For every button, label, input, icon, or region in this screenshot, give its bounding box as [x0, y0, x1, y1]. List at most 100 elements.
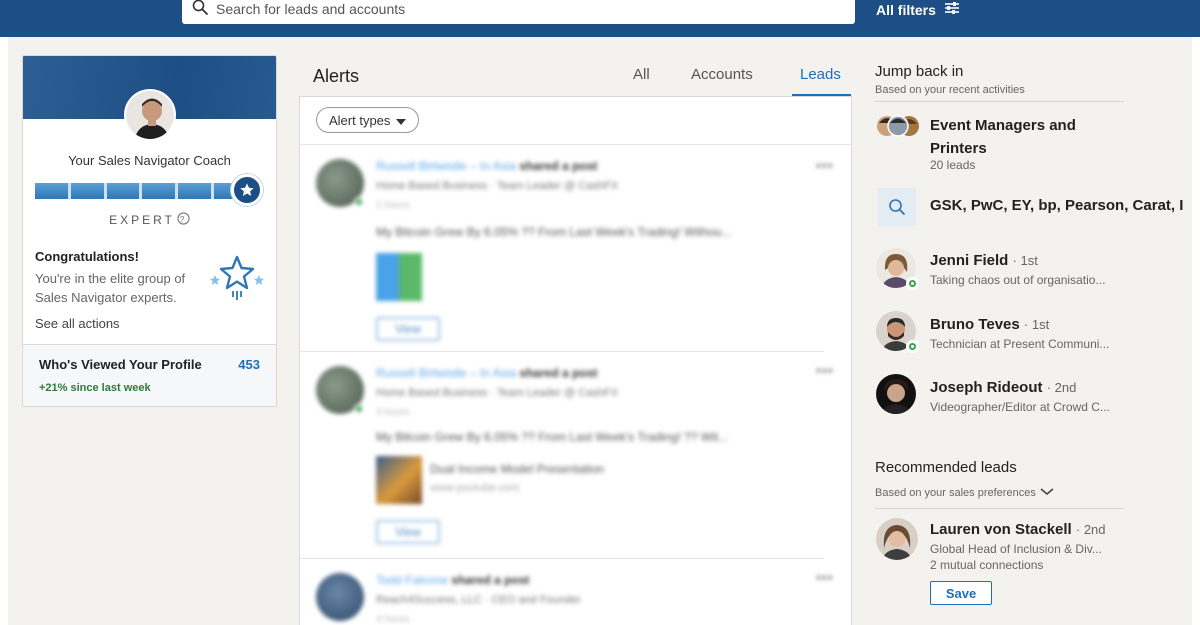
expert-star-icon: [209, 253, 265, 308]
avatar[interactable]: [124, 89, 176, 141]
alert-item: Russell Birtwistle – In Asia shared a po…: [300, 352, 851, 558]
connection-degree: · 2nd: [1046, 380, 1077, 395]
svg-text:?: ?: [180, 214, 187, 224]
alerts-title: Alerts: [313, 66, 360, 86]
search-input[interactable]: [216, 1, 816, 17]
person-name-link[interactable]: Jenni Field · 1st: [930, 252, 1038, 269]
tab-leads[interactable]: Leads: [800, 66, 841, 83]
online-status-icon: [906, 340, 919, 353]
saved-search-icon[interactable]: [878, 188, 916, 226]
avatar[interactable]: [876, 518, 918, 560]
chevron-down-icon: [1040, 487, 1054, 499]
alert-text[interactable]: My Bitcoin Grew By 6.05% ?? From Last We…: [376, 225, 732, 239]
caret-down-icon: [396, 113, 407, 128]
save-button[interactable]: Save: [930, 581, 992, 605]
lead-list-name[interactable]: Event Managers and Printers: [930, 114, 1120, 160]
person-name: Bruno Teves: [930, 316, 1020, 333]
page-margin-right: [1192, 37, 1200, 625]
mutual-connections[interactable]: 2 mutual connections: [930, 558, 1043, 572]
jump-back-subtitle: Based on your recent activities: [875, 84, 1025, 96]
star-icon: [231, 174, 263, 206]
alert-time: 3 hours: [376, 407, 410, 418]
who-viewed-profile-link[interactable]: Who's Viewed Your Profile: [39, 357, 202, 372]
all-filters-button[interactable]: All filters: [876, 1, 960, 18]
more-options-icon[interactable]: •••: [816, 157, 834, 173]
lead-name: Lauren von Stackell: [930, 521, 1072, 538]
lead-name-link[interactable]: Lauren von Stackell · 2nd: [930, 521, 1106, 538]
connection-degree: · 2nd: [1075, 522, 1106, 537]
view-button[interactable]: View: [376, 520, 440, 544]
recommended-leads-title: Recommended leads: [875, 459, 1017, 476]
lead-list-count: 20 leads: [930, 158, 976, 172]
coach-level: EXPERT ?: [23, 212, 276, 228]
divider: [875, 508, 1124, 509]
alert-author-link[interactable]: Russell Birtwistle – In Asia: [376, 366, 516, 380]
profile-views-section: [23, 345, 276, 406]
alert-text[interactable]: My Bitcoin Grew By 6.05% ?? From Last We…: [376, 430, 728, 444]
alert-title: Russell Birtwistle – In Asia shared a po…: [376, 159, 597, 173]
coach-progress-bar: [35, 183, 247, 199]
congrats-body: You're in the elite group of Sales Navig…: [35, 271, 186, 305]
alert-action: shared a post: [519, 159, 598, 173]
alert-author-link[interactable]: Russell Birtwistle – In Asia: [376, 159, 516, 173]
help-icon[interactable]: ?: [177, 212, 190, 228]
person-headline: Taking chaos out of organisatio...: [930, 273, 1106, 287]
saved-search-link[interactable]: GSK, PwC, EY, bp, Pearson, Carat, I: [930, 197, 1192, 214]
person-name-link[interactable]: Bruno Teves · 1st: [930, 316, 1049, 333]
profile-views-count[interactable]: 453: [238, 357, 260, 372]
view-button[interactable]: View: [376, 317, 440, 341]
person-name: Jenni Field: [930, 252, 1009, 269]
alert-item: Todd Falcone shared a post Reach4Success…: [300, 559, 851, 625]
alert-action: shared a post: [519, 366, 598, 380]
recommended-leads-subtitle[interactable]: Based on your sales preferences: [875, 487, 1054, 499]
alert-title: Russell Birtwistle – In Asia shared a po…: [376, 366, 597, 380]
link-title[interactable]: Dual Income Model Presentation: [430, 462, 604, 476]
lead-headline: Global Head of Inclusion & Div...: [930, 542, 1102, 556]
alert-time: 4 hours: [376, 614, 410, 625]
alert-author-link[interactable]: Todd Falcone: [376, 573, 448, 587]
person-name: Joseph Rideout: [930, 379, 1043, 396]
tab-accounts[interactable]: Accounts: [691, 66, 753, 83]
connection-degree: · 1st: [1023, 317, 1050, 332]
alert-item: Russell Birtwistle – In Asia shared a po…: [300, 145, 851, 351]
jump-back-title: Jump back in: [875, 63, 964, 80]
post-image[interactable]: [376, 253, 422, 301]
tab-all[interactable]: All: [633, 66, 650, 83]
sales-coach-card: Your Sales Navigator Coach EXPERT ? Cong…: [22, 55, 277, 407]
person-headline: Videographer/Editor at Crowd C...: [930, 400, 1110, 414]
all-filters-label: All filters: [876, 1, 936, 18]
alert-headline: Home Based Business · Team Leader @ Cash…: [376, 180, 619, 192]
coach-title: Your Sales Navigator Coach: [68, 153, 231, 168]
more-options-icon[interactable]: •••: [816, 362, 834, 378]
connection-degree: · 1st: [1012, 253, 1038, 268]
alert-headline: Home Based Business · Team Leader @ Cash…: [376, 387, 619, 399]
link-url: www.youtube.com: [430, 482, 520, 494]
person-name-link[interactable]: Joseph Rideout · 2nd: [930, 379, 1076, 396]
alert-types-dropdown[interactable]: Alert types: [316, 107, 420, 133]
video-thumbnail[interactable]: [376, 456, 422, 504]
coach-level-label: EXPERT: [109, 213, 175, 227]
sliders-icon: [944, 1, 960, 18]
divider: [875, 101, 1124, 102]
online-status-dot: [354, 197, 364, 207]
avatar[interactable]: [316, 573, 364, 621]
see-all-actions-link[interactable]: See all actions: [35, 316, 120, 331]
alert-time: 2 hours: [376, 200, 410, 211]
alert-types-label: Alert types: [329, 112, 391, 128]
online-status-icon: [906, 277, 919, 290]
page-margin-left: [0, 37, 8, 625]
profile-views-delta: +21% since last week: [39, 382, 151, 394]
person-headline: Technician at Present Communi...: [930, 337, 1110, 351]
lead-list-icon[interactable]: [876, 113, 920, 139]
alerts-feed: Alert types Russell Birtwistle – In Asia…: [299, 96, 852, 625]
more-options-icon[interactable]: •••: [816, 569, 834, 585]
alert-action: shared a post: [451, 573, 530, 587]
avatar[interactable]: [876, 374, 916, 414]
search-icon: [192, 0, 208, 20]
search-bar[interactable]: [182, 0, 855, 24]
online-status-dot: [354, 404, 364, 414]
recommended-leads-subtitle-label: Based on your sales preferences: [875, 487, 1036, 499]
alert-headline: Reach4Success, LLC · CEO and Founder: [376, 594, 581, 606]
alert-title: Todd Falcone shared a post: [376, 573, 529, 587]
congrats-title: Congratulations!: [35, 249, 139, 264]
